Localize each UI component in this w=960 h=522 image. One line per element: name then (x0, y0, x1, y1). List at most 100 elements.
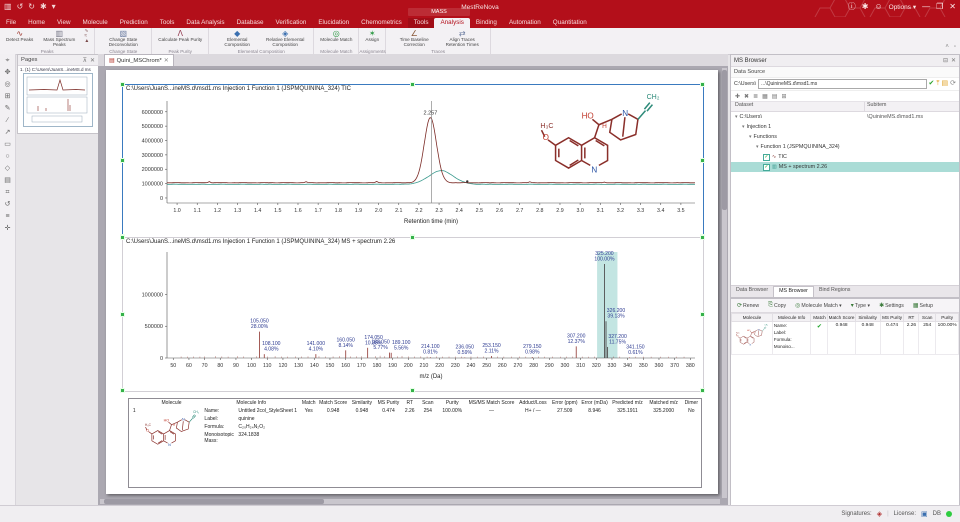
panel-tab-bind-regions[interactable]: Bind Regions (814, 286, 856, 297)
ribbon-button-calculate-peak-purity[interactable]: Λ Calculate Peak Purity (158, 29, 202, 43)
open-folder-icon[interactable]: ▤ (942, 80, 949, 88)
mm-toolbar-type-[interactable]: ▾ Type ▾ (848, 300, 873, 311)
mm-toolbar-molecule-match-[interactable]: ◎ Molecule Match ▾ (792, 300, 845, 311)
quinine-structure[interactable] (521, 89, 679, 193)
tree-item-functions[interactable]: ▾ Functions (731, 132, 959, 142)
maximize-button[interactable]: ❐ (936, 2, 943, 12)
mm-result-row[interactable]: Name: Label: Formula: Monoiso... ✔ 0.948 0.948… (731, 321, 959, 355)
mm-toolbar-copy[interactable]: ⎘ Copy (765, 300, 789, 311)
signatures-icon[interactable]: ◈ (877, 510, 882, 518)
menu-tab-binding[interactable]: Binding (470, 18, 503, 28)
selection-handle[interactable] (120, 388, 125, 393)
menu-tab-tools[interactable]: Tools (408, 18, 435, 28)
tree-item-ms-spectrum-2-26[interactable]: ✓ ▥ MS + spectrum 2.26 (731, 162, 959, 172)
menu-tab-home[interactable]: Home (22, 18, 51, 28)
polygon-tool[interactable]: ◇ (5, 165, 10, 173)
results-row[interactable]: 1 Name: Untitled 2col_StyleSheet 1 Label: qu… (129, 407, 701, 459)
ribbon-button-align-traces-retention-times[interactable]: ⇄ Align Traces Retention Times (440, 29, 484, 48)
ribbon-button-detect-peaks[interactable]: ∿ Detect Peaks (6, 29, 33, 43)
ribbon-button-mass-spectrum-peaks[interactable]: ▥ Mass Spectrum Peaks (37, 29, 81, 48)
menu-tab-chemometrics[interactable]: Chemometrics (355, 18, 408, 28)
align-tool[interactable]: ≡ (5, 213, 9, 221)
selection-handle[interactable] (700, 235, 705, 240)
zoom-tool[interactable]: ◎ (4, 81, 10, 89)
mm-column-header[interactable]: Similarity (854, 313, 881, 322)
menu-tab-verification[interactable]: Verification (270, 18, 313, 28)
user-icon[interactable]: ☺ (874, 2, 882, 12)
options-menu[interactable]: Options ▾ (889, 3, 916, 11)
menu-tab-molecule[interactable]: Molecule (77, 18, 114, 28)
selection-handle[interactable] (410, 235, 415, 240)
selection-handle[interactable] (120, 311, 125, 317)
delete-icon[interactable]: ✖ (744, 93, 749, 100)
load-icon[interactable]: ⤒ (936, 80, 939, 88)
selection-handle[interactable] (700, 388, 705, 393)
tree-item-c-users-[interactable]: ▾ C:\Users\ \QuinineMS.d\msd1.ms (731, 112, 959, 122)
collapse-ribbon-icon[interactable]: ˄ (945, 44, 949, 50)
mm-column-header[interactable]: Purity (935, 313, 959, 322)
shape-tool[interactable]: ▭ (4, 141, 11, 149)
page-thumbnail[interactable] (23, 73, 93, 127)
collapse-icon[interactable]: ⊟ (943, 57, 948, 64)
dataset-column-header[interactable]: Dataset (731, 102, 864, 111)
mm-column-header[interactable]: MS Purity (879, 313, 905, 322)
checkbox[interactable]: ✓ (763, 153, 770, 161)
close-tab-icon[interactable]: ✕ (164, 58, 169, 64)
menu-tab-automation[interactable]: Automation (503, 18, 547, 28)
list-view-icon[interactable]: ≣ (753, 93, 758, 100)
accept-icon[interactable]: ✔ (929, 80, 935, 88)
settings-icon[interactable]: ✱ (862, 2, 869, 12)
expander-icon[interactable]: ▾ (735, 114, 738, 120)
mm-column-header[interactable]: RT (903, 313, 920, 322)
ribbon-button-assign[interactable]: ✶ Assign (365, 29, 379, 43)
fit-page-tool[interactable]: ⊞ (5, 93, 11, 101)
mm-column-header[interactable]: Molecule Info (771, 313, 812, 322)
expander-icon[interactable]: ▾ (749, 134, 752, 140)
pin-ribbon-icon[interactable]: ▫ (954, 44, 956, 50)
page-thumbnail-label[interactable]: 1. (1) C:\Users\JuanS...ineMS.d ms (18, 66, 98, 73)
subitem-column-header[interactable]: Subitem (864, 102, 959, 111)
license-icon[interactable]: ▣ (921, 510, 928, 518)
minimize-button[interactable]: — (922, 2, 930, 12)
arrow-tool[interactable]: ↗ (5, 129, 11, 137)
menu-tab-quantitation[interactable]: Quantitation (547, 18, 593, 28)
ribbon-button-change-state-deconvolution[interactable]: ▧ Change State Deconvolution (101, 29, 145, 48)
menu-tab-tools[interactable]: Tools (154, 18, 181, 28)
menu-tab-elucidation[interactable]: Elucidation (312, 18, 355, 28)
menu-tab-database[interactable]: Database (231, 18, 270, 28)
vertical-scrollbar[interactable] (722, 68, 727, 498)
pan-tool[interactable]: ✥ (5, 69, 11, 77)
selection-handle[interactable] (700, 311, 705, 317)
ribbon-button-time-baseline-correction[interactable]: ∠ Time Baseline Correction (392, 29, 436, 48)
selection-handle[interactable] (120, 82, 125, 87)
menu-tab-view[interactable]: View (51, 18, 77, 28)
mm-toolbar-setup[interactable]: ▦ Setup (910, 300, 936, 311)
line-tool[interactable]: ∕ (7, 117, 8, 125)
selection-handle[interactable] (410, 82, 415, 87)
ellipse-tool[interactable]: ○ (5, 153, 9, 161)
refresh-icon[interactable]: ⟳ (950, 80, 956, 88)
crosshair-tool[interactable]: ✛ (5, 225, 11, 233)
expand-all-icon[interactable]: ⊞ (781, 93, 786, 100)
molecule-match-results-box[interactable]: Molecule Molecule Info Match Match Score Sim… (128, 398, 702, 488)
mm-toolbar-settings[interactable]: ✱ Settings (876, 300, 907, 311)
tree-item-injection-1[interactable]: ▾ Injection 1 (731, 122, 959, 132)
mm-toolbar-renew[interactable]: ⟳ Renew (734, 300, 762, 311)
panel-tab-ms-browser[interactable]: MS Browser (773, 286, 814, 297)
ribbon-button-molecule-match[interactable]: ◎ Molecule Match (320, 29, 352, 43)
details-view-icon[interactable]: ▤ (772, 93, 778, 100)
selection-handle[interactable] (700, 82, 705, 87)
select-tool[interactable]: ⌖ (6, 57, 10, 65)
table-tool[interactable]: ▤ (4, 177, 11, 185)
mm-column-header[interactable]: Match (810, 313, 829, 322)
grid-tool[interactable]: ⌗ (6, 189, 10, 197)
menu-tab-file[interactable]: File (0, 18, 22, 28)
menu-tab-prediction[interactable]: Prediction (114, 18, 154, 28)
ms-spectrum-box[interactable]: C:\Users\JuanS...ineMS.d\msd1.ms Injecti… (120, 235, 705, 393)
selection-handle[interactable] (120, 158, 125, 163)
info-icon[interactable]: ⓘ (848, 2, 856, 12)
tic-chromatogram-box[interactable]: C:\Users\JuanS...ineMS.d\msd1.ms Injecti… (120, 82, 705, 239)
selection-handle[interactable] (410, 388, 415, 393)
close-icon[interactable]: ✕ (951, 57, 956, 64)
mm-column-header[interactable]: Molecule (731, 313, 773, 322)
